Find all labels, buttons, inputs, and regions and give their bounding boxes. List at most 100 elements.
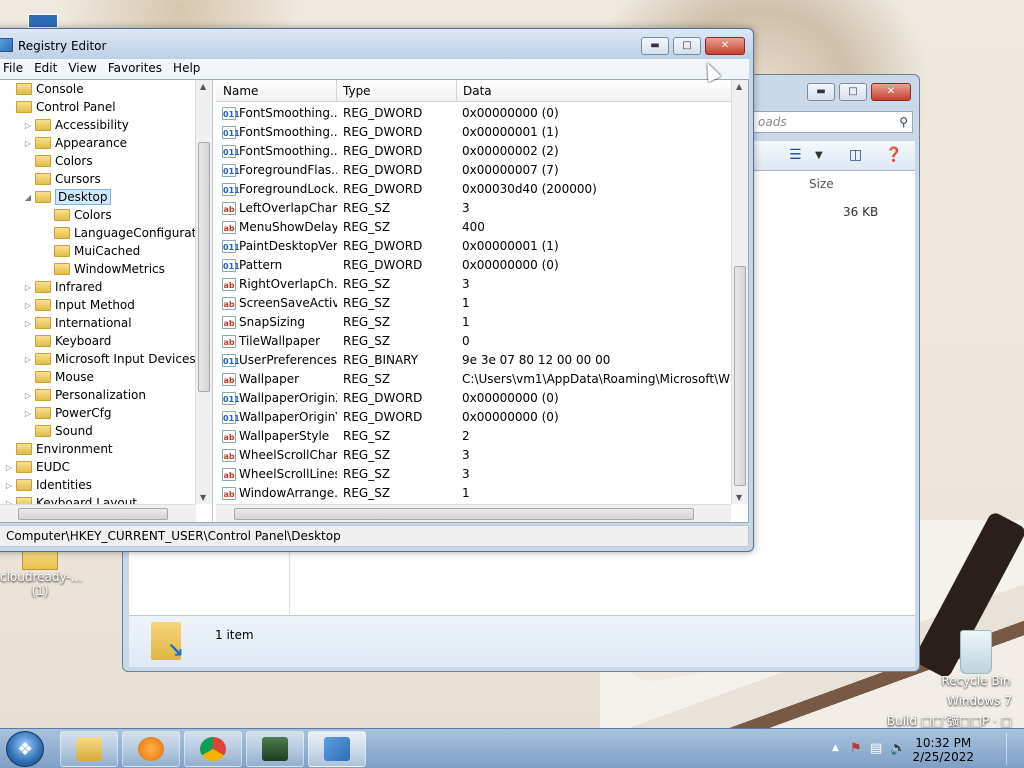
close-button[interactable]: ✕ bbox=[871, 83, 911, 101]
scroll-thumb[interactable] bbox=[18, 508, 168, 520]
action-center-flag-icon[interactable]: ⚑ bbox=[850, 741, 862, 756]
column-separator[interactable] bbox=[456, 80, 457, 102]
tree-node[interactable]: ▷ Appearance bbox=[23, 134, 127, 152]
close-button[interactable]: ✕ bbox=[705, 37, 745, 55]
scroll-thumb[interactable] bbox=[234, 508, 694, 520]
network-icon[interactable]: ▤ bbox=[870, 741, 882, 756]
values-horizontal-scrollbar[interactable] bbox=[216, 504, 731, 522]
start-button[interactable]: ❖ bbox=[6, 731, 44, 767]
tree-node[interactable]: Cursors bbox=[23, 170, 101, 188]
preview-pane-icon[interactable]: ◫ bbox=[849, 147, 862, 163]
value-row[interactable]: ab ScreenSaveActive REG_SZ 1 bbox=[216, 294, 731, 313]
scroll-up-icon[interactable]: ▲ bbox=[200, 82, 206, 91]
tree-node[interactable]: Environment bbox=[4, 440, 113, 458]
value-row[interactable]: ab MenuShowDelay REG_SZ 400 bbox=[216, 218, 731, 237]
tree-node[interactable]: ▷ Personalization bbox=[23, 386, 146, 404]
expander-icon[interactable]: ▷ bbox=[23, 409, 33, 418]
scroll-thumb[interactable] bbox=[734, 266, 746, 486]
value-row[interactable]: 011 FontSmoothing... REG_DWORD 0x00000002 (… bbox=[216, 142, 731, 161]
value-row[interactable]: 011UserPreferences... REG_BINARY 9e 3e 07 … bbox=[216, 351, 731, 370]
expander-icon[interactable]: ▷ bbox=[23, 283, 33, 292]
taskbar-explorer-button[interactable] bbox=[60, 731, 118, 767]
desktop-icon-cloudready[interactable]: cloudready-... (1) bbox=[0, 548, 82, 598]
value-row[interactable]: 011 ForegroundLock... REG_DWORD 0x00030d40 … bbox=[216, 180, 731, 199]
tree-vertical-scrollbar[interactable]: ▲ ▼ bbox=[195, 80, 212, 504]
tree-node[interactable]: Console bbox=[4, 80, 84, 98]
expander-icon[interactable]: ▷ bbox=[23, 355, 33, 364]
value-row[interactable]: ab WheelScrollChars REG_SZ 3 bbox=[216, 446, 731, 465]
menu-favorites[interactable]: Favorites bbox=[104, 59, 169, 79]
value-row[interactable]: ab WallpaperStyle REG_SZ 2 bbox=[216, 427, 731, 446]
column-header-type[interactable]: Type bbox=[343, 84, 371, 98]
value-row[interactable]: ab WindowArrange... REG_SZ 1 bbox=[216, 484, 731, 503]
tree-node[interactable]: Sound bbox=[23, 422, 93, 440]
tree-node[interactable]: ▷ Identities bbox=[4, 476, 92, 494]
help-icon[interactable]: ❓ bbox=[885, 147, 902, 163]
values-list[interactable]: Name Type Data 011 FontSmoothing... REG_DW… bbox=[216, 80, 748, 522]
tree-node[interactable]: Mouse bbox=[23, 368, 94, 386]
tree-node[interactable]: WindowMetrics bbox=[42, 260, 165, 278]
tree-node[interactable]: Colors bbox=[42, 206, 112, 224]
tree-node[interactable]: ▷ Accessibility bbox=[23, 116, 129, 134]
expander-icon[interactable]: ▷ bbox=[23, 301, 33, 310]
volume-icon[interactable]: 🔈 bbox=[890, 741, 906, 756]
scroll-up-icon[interactable]: ▲ bbox=[736, 82, 742, 91]
title-bar[interactable]: Registry Editor ▬ □ ✕ bbox=[0, 29, 753, 59]
tree-node[interactable]: Keyboard bbox=[23, 332, 111, 350]
value-row[interactable]: ab TileWallpaper REG_SZ 0 bbox=[216, 332, 731, 351]
taskbar-regedit-button[interactable] bbox=[308, 731, 366, 767]
value-row[interactable]: 011 ForegroundFlas... REG_DWORD 0x00000007 … bbox=[216, 161, 731, 180]
value-row[interactable]: ab SnapSizing REG_SZ 1 bbox=[216, 313, 731, 332]
value-row[interactable]: 011 WallpaperOriginX REG_DWORD 0x00000000 (… bbox=[216, 389, 731, 408]
show-desktop-button[interactable] bbox=[1006, 733, 1018, 765]
value-row[interactable]: 011 WallpaperOriginY REG_DWORD 0x00000000 (… bbox=[216, 408, 731, 427]
value-row[interactable]: 011PaintDesktopVer... REG_DWORD 0x00000001… bbox=[216, 237, 731, 256]
scroll-down-icon[interactable]: ▼ bbox=[736, 493, 742, 502]
tree-node[interactable]: ▷ Infrared bbox=[23, 278, 102, 296]
taskbar-chrome-button[interactable] bbox=[184, 731, 242, 767]
search-input[interactable]: oads ⚲ bbox=[751, 111, 913, 133]
value-row[interactable]: 011 Pattern REG_DWORD 0x00000000 (0) bbox=[216, 256, 731, 275]
menu-file[interactable]: File bbox=[0, 59, 30, 79]
key-tree[interactable]: Console Control Panel ▷ Accessibility ▷ Appea… bbox=[0, 80, 213, 522]
column-separator[interactable] bbox=[336, 80, 337, 102]
column-header-name[interactable]: Name bbox=[223, 84, 258, 98]
registry-editor-window[interactable]: Registry Editor ▬ □ ✕ File Edit View Fav… bbox=[0, 28, 754, 552]
chevron-down-icon[interactable]: ▼ bbox=[815, 150, 823, 161]
column-header-size[interactable]: Size bbox=[809, 177, 834, 191]
search-icon[interactable]: ⚲ bbox=[899, 115, 908, 129]
tree-node[interactable]: ▷ International bbox=[23, 314, 132, 332]
tree-node[interactable]: ▷ Input Method bbox=[23, 296, 135, 314]
value-row[interactable]: ab RightOverlapCh... REG_SZ 3 bbox=[216, 275, 731, 294]
expander-icon[interactable]: ▷ bbox=[23, 391, 33, 400]
tree-node[interactable]: Control Panel bbox=[4, 98, 116, 116]
column-header-data[interactable]: Data bbox=[463, 84, 492, 98]
maximize-button[interactable]: □ bbox=[839, 83, 867, 101]
maximize-button[interactable]: □ bbox=[673, 37, 701, 55]
taskbar-media-player-button[interactable] bbox=[122, 731, 180, 767]
taskbar-monitor-button[interactable] bbox=[246, 731, 304, 767]
value-row[interactable]: ab LeftOverlapChars REG_SZ 3 bbox=[216, 199, 731, 218]
minimize-button[interactable]: ▬ bbox=[807, 83, 835, 101]
tree-node[interactable]: ▷ PowerCfg bbox=[23, 404, 112, 422]
value-row[interactable]: ab WheelScrollLines REG_SZ 3 bbox=[216, 465, 731, 484]
expander-icon[interactable]: ▷ bbox=[4, 481, 14, 490]
values-vertical-scrollbar[interactable]: ▲ ▼ bbox=[731, 80, 748, 504]
desktop-icon-partial[interactable] bbox=[28, 14, 58, 28]
desktop-icon-recycle-bin[interactable]: Recycle Bin bbox=[940, 630, 1012, 688]
value-row[interactable]: 011 FontSmoothing... REG_DWORD 0x00000001 (… bbox=[216, 123, 731, 142]
value-row[interactable]: 011 FontSmoothing... REG_DWORD 0x00000000 (… bbox=[216, 104, 731, 123]
tree-horizontal-scrollbar[interactable] bbox=[0, 504, 196, 522]
scroll-thumb[interactable] bbox=[198, 142, 210, 392]
menu-view[interactable]: View bbox=[64, 59, 103, 79]
expander-icon[interactable]: ▷ bbox=[23, 121, 33, 130]
tree-node[interactable]: Colors bbox=[23, 152, 93, 170]
value-row[interactable]: ab Wallpaper REG_SZ C:\Users\vm1\AppData\Ro… bbox=[216, 370, 731, 389]
tree-node[interactable]: LanguageConfiguration bbox=[42, 224, 212, 242]
show-hidden-icons-icon[interactable]: ▲ bbox=[832, 743, 839, 753]
clock[interactable]: 10:32 PM 2/25/2022 bbox=[912, 736, 974, 764]
expander-icon[interactable]: ▷ bbox=[23, 319, 33, 328]
view-options-icon[interactable]: ☰ bbox=[789, 147, 802, 163]
expander-icon[interactable]: ◢ bbox=[23, 193, 33, 202]
menu-help[interactable]: Help bbox=[169, 59, 207, 79]
